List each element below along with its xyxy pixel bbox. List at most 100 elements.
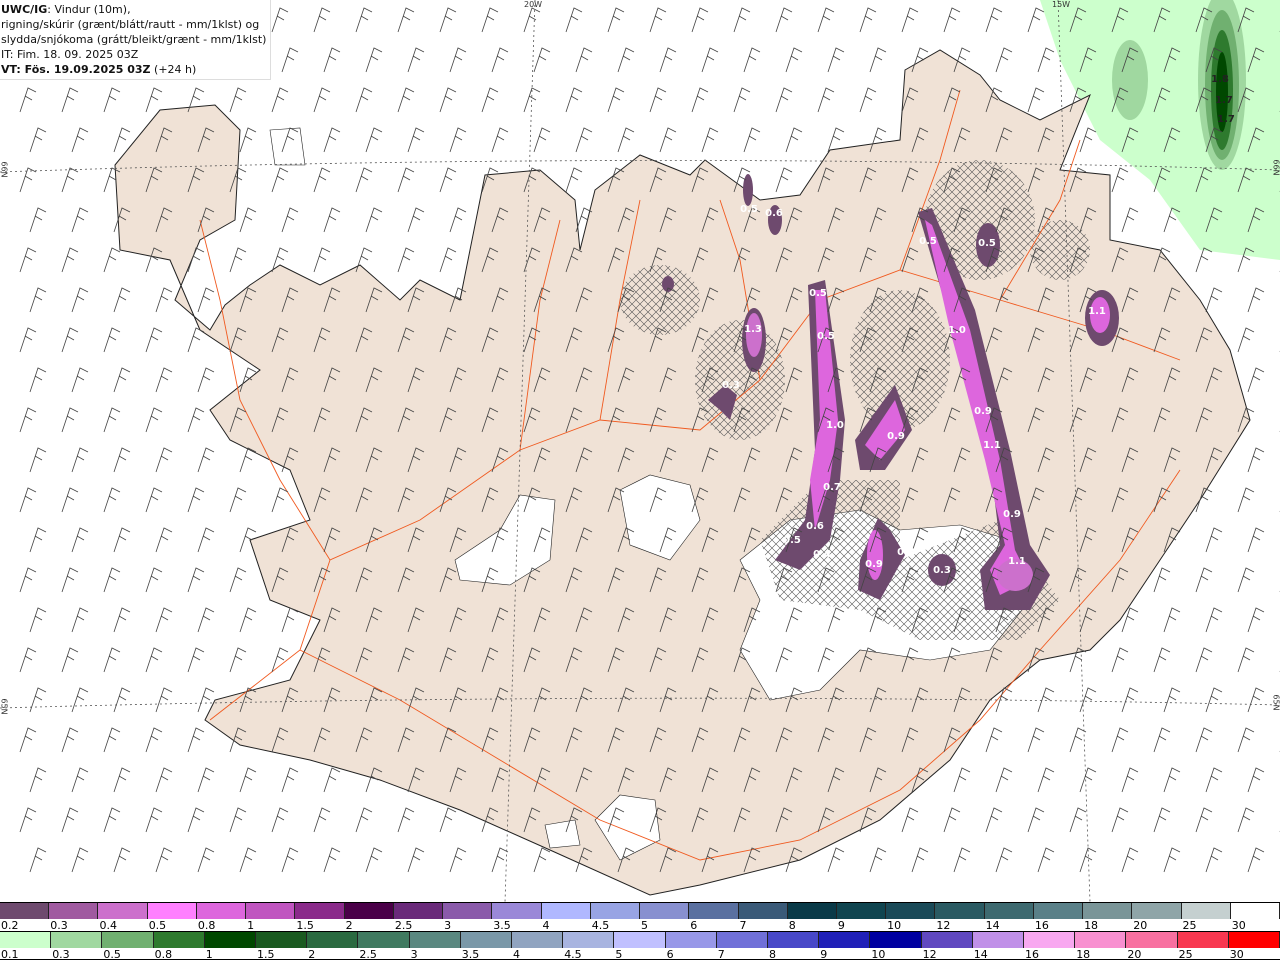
wind-barb <box>1205 687 1223 713</box>
wind-barb <box>313 807 331 833</box>
wind-barb <box>439 807 457 833</box>
legend-swatch <box>153 932 205 948</box>
wind-barb <box>19 487 37 513</box>
wind-barb <box>29 847 47 873</box>
legend-label: 8 <box>769 948 776 961</box>
wind-barb <box>19 167 37 193</box>
wind-barb <box>61 247 79 273</box>
wind-barb <box>1121 847 1139 873</box>
legend-label: 0.1 <box>1 948 19 961</box>
snow-label: 0.5 <box>978 238 996 249</box>
wind-barb <box>187 407 205 433</box>
wind-barb <box>1111 167 1129 193</box>
wind-barb <box>323 207 341 233</box>
wind-barb <box>565 87 583 113</box>
wind-barb <box>103 567 121 593</box>
wind-barb <box>649 7 667 33</box>
legend-swatch <box>196 903 247 919</box>
wind-barb <box>103 247 121 273</box>
wind-barb <box>1037 767 1055 793</box>
legend-swatch <box>870 932 922 948</box>
wind-barb <box>397 807 415 833</box>
wind-barb <box>113 127 131 153</box>
legend-label: 18 <box>1076 948 1091 961</box>
legend-label: 5 <box>615 948 623 961</box>
wind-barb <box>817 87 835 113</box>
wind-barb <box>1027 727 1045 753</box>
snow-label: 0.5 <box>809 288 827 299</box>
wind-barb <box>407 207 425 233</box>
legend-swatch <box>935 903 985 919</box>
wind-barb <box>229 487 247 513</box>
wind-barb <box>61 167 79 193</box>
rain-label: 1.7 <box>1215 95 1233 106</box>
wind-barb <box>355 167 373 193</box>
wind-barb <box>1153 567 1171 593</box>
wind-barb <box>71 447 89 473</box>
legend-swatch <box>358 932 410 948</box>
wind-barb <box>1069 727 1087 753</box>
wind-barb <box>659 127 677 153</box>
wind-barb <box>281 607 299 633</box>
wind-barb <box>827 47 845 73</box>
wind-barb <box>1195 727 1213 753</box>
wind-barb <box>1037 847 1055 873</box>
iceland-land <box>114 49 1251 896</box>
wind-barb <box>239 127 257 153</box>
snow-label: 0.9 <box>865 559 883 570</box>
legend-label: 3.5 <box>461 948 480 961</box>
wind-barb <box>1247 287 1265 313</box>
wind-barb <box>281 847 299 873</box>
wind-barb <box>995 47 1013 73</box>
title-line: rigning/skúrir (grænt/blátt/rautt - mm/1… <box>1 18 260 31</box>
wind-barb <box>323 847 341 873</box>
rain-label: 1.8 <box>1211 74 1229 85</box>
wind-barb <box>239 607 257 633</box>
legend-label: 2.5 <box>359 948 377 961</box>
wind-barb <box>1121 207 1139 233</box>
wind-barb <box>113 687 131 713</box>
wind-barb <box>1153 727 1171 753</box>
snow-label: 0.6 <box>806 521 824 532</box>
wind-barb <box>565 167 583 193</box>
wind-barb <box>113 367 131 393</box>
wind-barb <box>19 727 37 753</box>
snow-label: 1.0 <box>826 420 844 431</box>
legend-swatch <box>563 932 615 948</box>
wind-barb <box>953 767 971 793</box>
wind-barb <box>659 47 677 73</box>
wind-barb <box>1237 487 1255 513</box>
legend-label: 25 <box>1178 948 1193 961</box>
wind-barb <box>229 247 247 273</box>
wind-barb <box>649 87 667 113</box>
wind-barb <box>449 47 467 73</box>
wind-barb <box>323 47 341 73</box>
legend-label: 10 <box>871 948 886 961</box>
wind-barb <box>113 447 131 473</box>
legend-label: 6 <box>666 948 674 961</box>
snow-label: 0.9 <box>974 406 992 417</box>
legend-label: 0.5 <box>103 948 121 961</box>
legend-swatch <box>51 932 103 948</box>
model-name: UWC/IG <box>1 3 48 16</box>
wind-barb <box>1247 767 1265 793</box>
legend-swatch <box>344 903 394 919</box>
wind-barb <box>985 807 1003 833</box>
legend-label: 7 <box>717 948 725 961</box>
wind-barb <box>29 287 47 313</box>
wind-barb <box>481 7 499 33</box>
wind-barb <box>187 567 205 593</box>
wind-barb <box>1163 687 1181 713</box>
wind-barb <box>155 367 173 393</box>
rain-label: 1.7 <box>1217 114 1235 125</box>
wind-barb <box>61 87 79 113</box>
wind-barb <box>953 847 971 873</box>
lon-label-15w: 15W <box>1052 0 1071 9</box>
wind-barb <box>155 447 173 473</box>
valid-time: VT: Fös. 19.09.2025 03Z <box>1 63 151 76</box>
lon-label-20w: 20W <box>524 0 543 9</box>
legend-rain-labels: 0.1 0.3 0.5 0.8 1 1.5 2 2.5 3 3.5 4 4.5 5 6 7 8 9 10 12 14 1… <box>0 947 1280 961</box>
wind-barb <box>313 7 331 33</box>
legend-label: 2 <box>308 948 316 961</box>
legend-swatch <box>787 903 837 919</box>
